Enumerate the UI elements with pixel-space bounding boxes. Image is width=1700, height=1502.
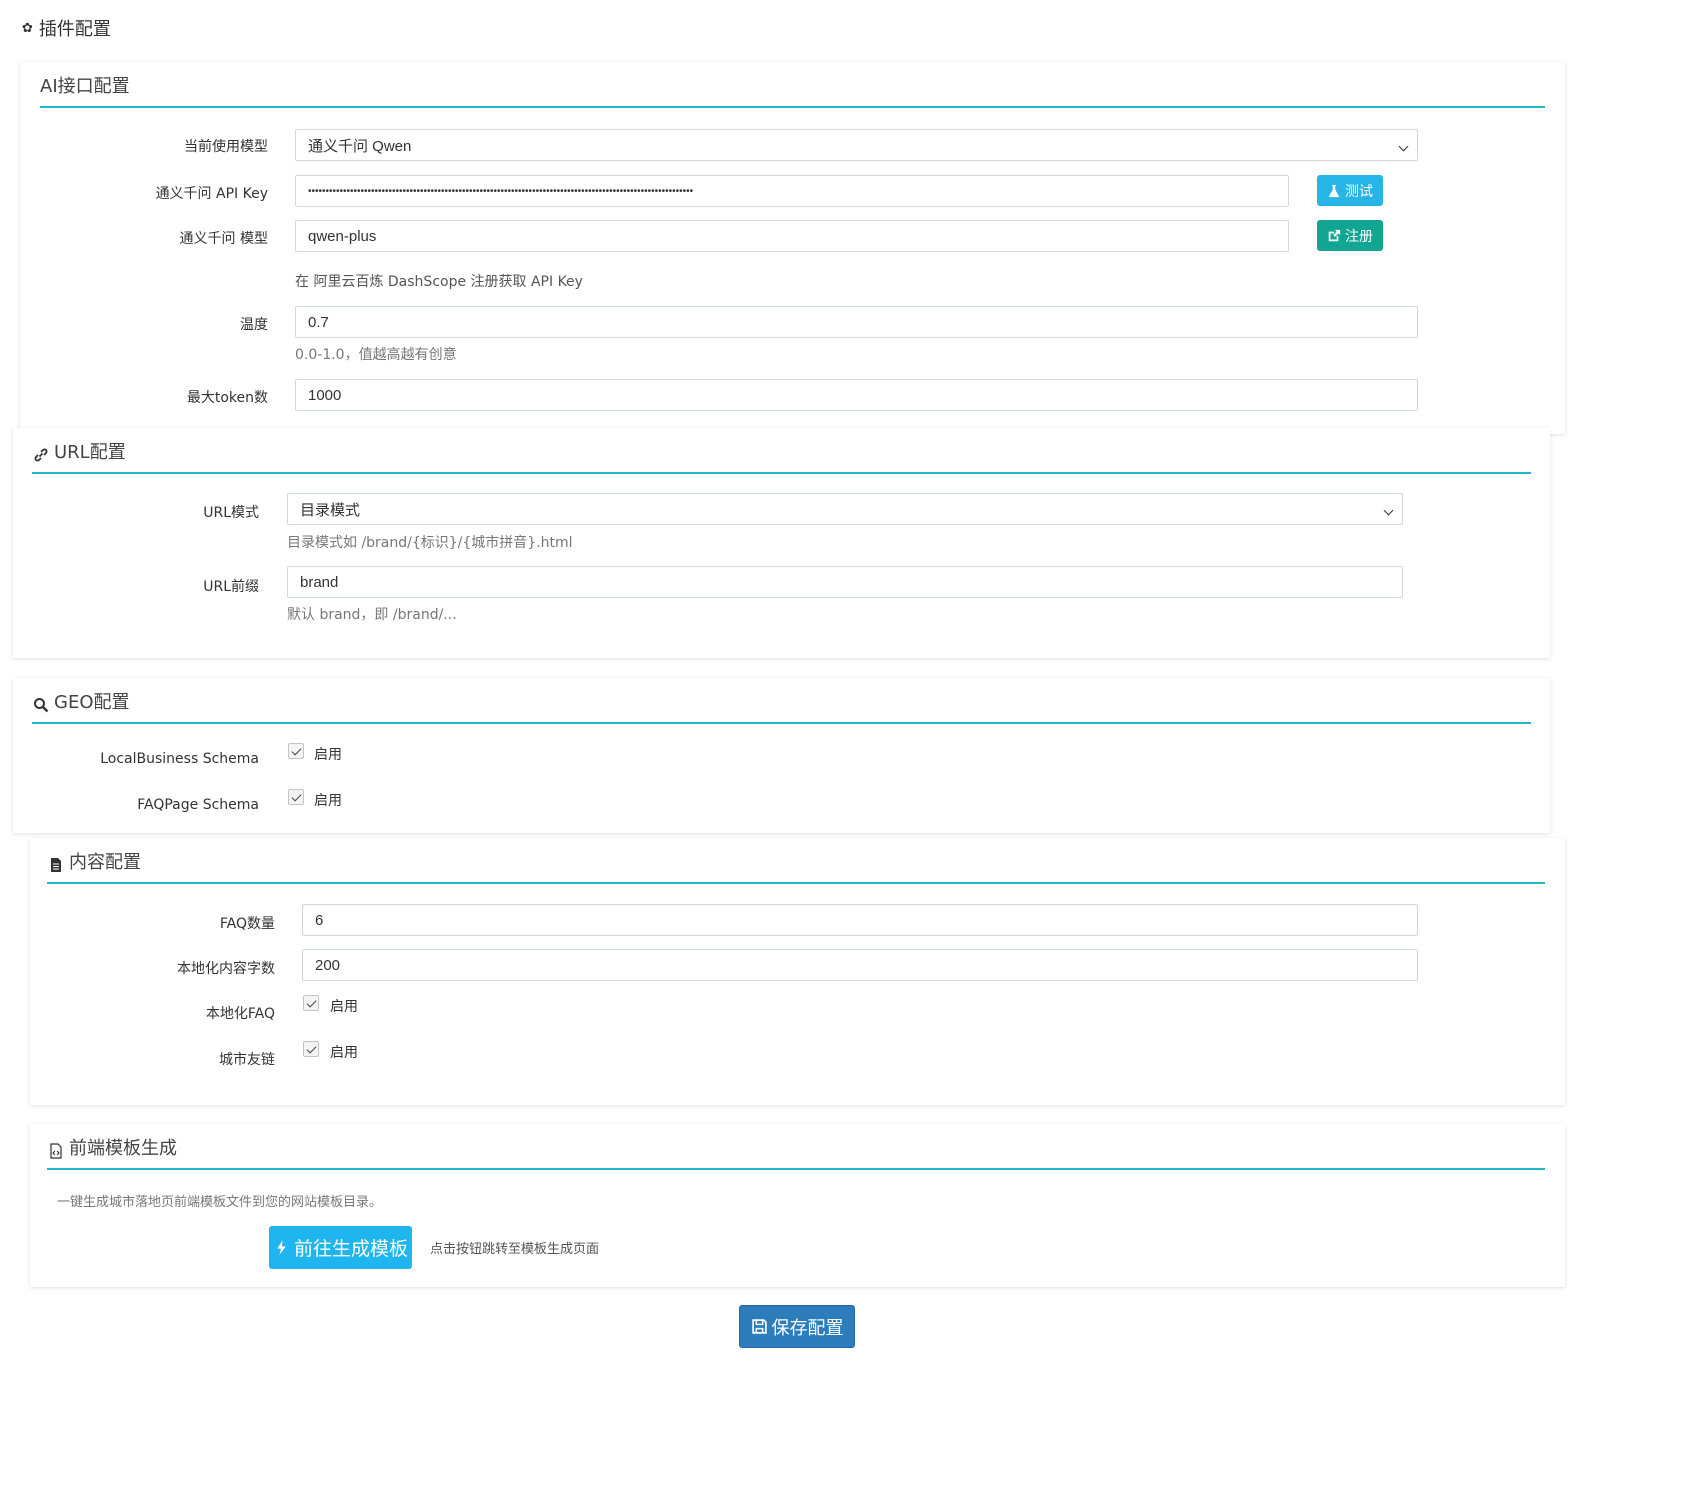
url-mode-help: 目录模式如 /brand/{标识}/{城市拼音}.html [287, 535, 573, 551]
generate-template-label: 前往生成模板 [293, 1238, 408, 1260]
model-label: 当前使用模型 [184, 139, 268, 155]
register-button-label: 注册 [1345, 228, 1373, 245]
city-links-checkbox[interactable] [303, 1041, 319, 1057]
register-button[interactable]: 注册 [1317, 220, 1383, 251]
faq-count-label: FAQ数量 [219, 916, 275, 932]
generate-template-hint: 点击按钮跳转至模板生成页面 [430, 1242, 600, 1257]
page-title-text: 插件配置 [38, 19, 111, 40]
local-business-checkbox-label: 启用 [314, 747, 342, 763]
template-description: 一键生成城市落地页前端模板文件到您的网站模板目录。 [57, 1195, 383, 1210]
temperature-input[interactable]: 0.7 [295, 306, 1418, 338]
model-select-value: 通义千问 Qwen [308, 137, 412, 155]
gear-icon: ✿ [22, 20, 33, 36]
faqpage-label: FAQPage Schema [137, 797, 259, 813]
bolt-icon [277, 1240, 286, 1255]
test-button[interactable]: 测试 [1317, 175, 1383, 206]
temperature-value: 0.7 [308, 313, 329, 331]
url-config-header: URL配置 [32, 428, 1531, 474]
model-name-value: qwen-plus [308, 227, 377, 245]
page-title: ✿ 插件配置 [22, 15, 111, 41]
geo-config-header: GEO配置 [32, 678, 1531, 724]
local-faq-checkbox-label: 启用 [330, 999, 358, 1015]
model-name-label: 通义千问 模型 [179, 231, 268, 247]
ai-config-title: AI接口配置 [40, 76, 130, 97]
save-config-button[interactable]: 保存配置 [739, 1305, 855, 1348]
city-links-checkbox-label: 启用 [330, 1045, 358, 1061]
local-words-value: 200 [315, 956, 341, 974]
link-icon [32, 446, 50, 464]
url-prefix-value: brand [300, 573, 339, 591]
content-config-title: 内容配置 [69, 852, 141, 873]
apikey-value: ••••••••••••••••••••••••••••••••••••••••… [308, 185, 694, 197]
url-prefix-input[interactable]: brand [287, 566, 1403, 598]
max-tokens-input[interactable]: 1000 [295, 379, 1418, 411]
local-words-label: 本地化内容字数 [177, 961, 275, 977]
url-prefix-help: 默认 brand，即 /brand/... [287, 607, 457, 623]
file-icon [47, 856, 65, 874]
url-config-panel: URL配置 URL模式 目录模式 目录模式如 /brand/{标识}/{城市拼音… [13, 428, 1550, 658]
file-code-icon [47, 1142, 65, 1160]
template-title: 前端模板生成 [69, 1138, 177, 1159]
geo-config-title: GEO配置 [54, 692, 130, 713]
test-button-label: 测试 [1345, 183, 1373, 200]
content-config-panel: 内容配置 FAQ数量 6 本地化内容字数 200 本地化FAQ 启用 城市友链 … [30, 838, 1565, 1105]
template-header: 前端模板生成 [47, 1124, 1545, 1170]
save-icon [751, 1319, 767, 1334]
local-words-input[interactable]: 200 [302, 949, 1418, 981]
url-mode-label: URL模式 [203, 505, 259, 521]
flask-icon [1329, 184, 1339, 197]
city-links-label: 城市友链 [219, 1052, 275, 1068]
model-name-input[interactable]: qwen-plus [295, 220, 1289, 252]
generate-template-button[interactable]: 前往生成模板 [269, 1226, 412, 1269]
ai-config-header: AI接口配置 [40, 62, 1545, 108]
faq-count-value: 6 [315, 911, 324, 929]
temperature-help: 0.0-1.0，值越高越有创意 [295, 347, 457, 363]
save-config-label: 保存配置 [771, 1317, 844, 1339]
register-hint: 在 阿里云百炼 DashScope 注册获取 API Key [295, 274, 583, 290]
url-mode-value: 目录模式 [300, 501, 361, 519]
local-faq-checkbox[interactable] [303, 995, 319, 1011]
temperature-label: 温度 [240, 317, 268, 333]
faq-count-input[interactable]: 6 [302, 904, 1418, 936]
model-select[interactable]: 通义千问 Qwen [295, 129, 1418, 161]
apikey-label: 通义千问 API Key [155, 186, 268, 202]
local-faq-label: 本地化FAQ [205, 1006, 275, 1022]
max-tokens-label: 最大token数 [186, 390, 268, 406]
geo-config-panel: GEO配置 LocalBusiness Schema 启用 FAQPage Sc… [13, 678, 1550, 833]
ai-config-panel: AI接口配置 当前使用模型 通义千问 Qwen 通义千问 API Key •••… [20, 62, 1565, 434]
search-icon [32, 696, 50, 714]
faqpage-checkbox[interactable] [288, 789, 304, 805]
external-link-icon [1328, 229, 1341, 241]
url-prefix-label: URL前缀 [203, 579, 259, 595]
local-business-checkbox[interactable] [288, 743, 304, 759]
template-panel: 前端模板生成 一键生成城市落地页前端模板文件到您的网站模板目录。 前往生成模板 … [30, 1124, 1565, 1287]
local-business-label: LocalBusiness Schema [100, 751, 259, 767]
content-config-header: 内容配置 [47, 838, 1545, 884]
apikey-input[interactable]: ••••••••••••••••••••••••••••••••••••••••… [295, 175, 1289, 207]
faqpage-checkbox-label: 启用 [314, 793, 342, 809]
url-config-title: URL配置 [54, 442, 126, 463]
url-mode-select[interactable]: 目录模式 [287, 493, 1403, 525]
max-tokens-value: 1000 [308, 386, 342, 404]
